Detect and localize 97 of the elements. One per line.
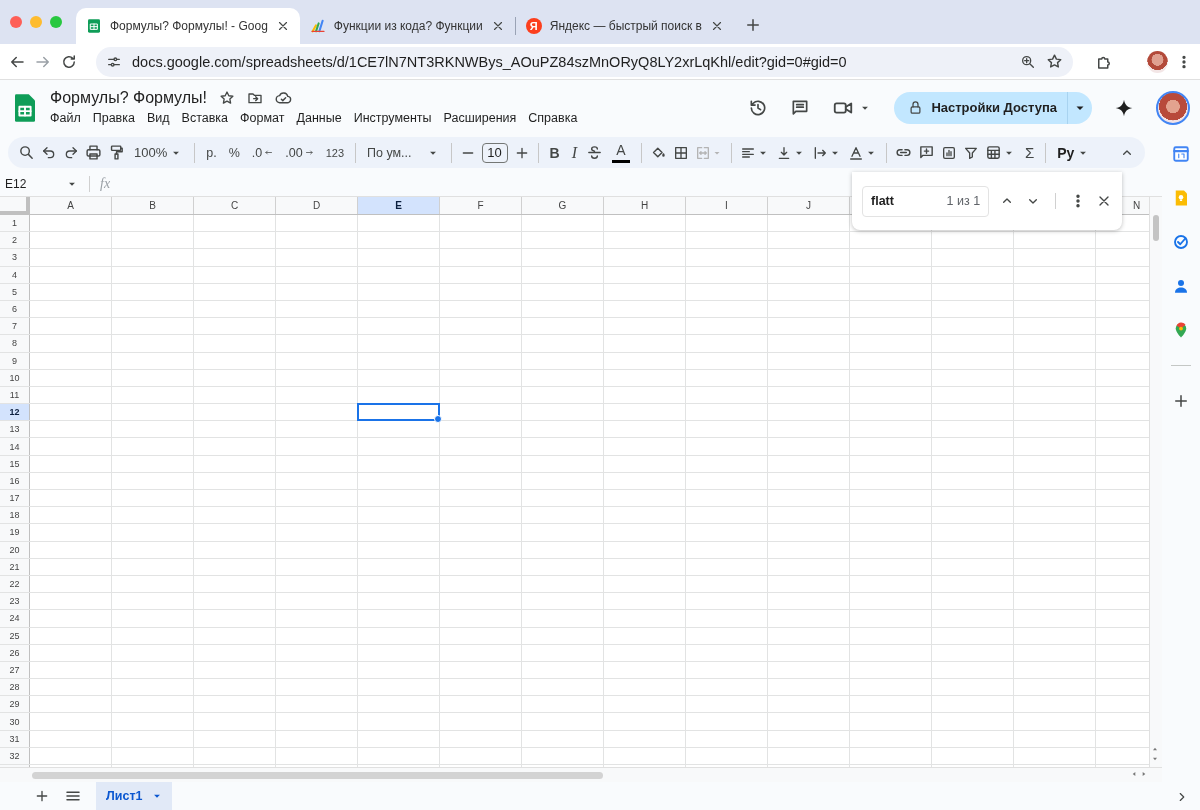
column-header[interactable]: G <box>522 197 604 214</box>
column-header[interactable]: F <box>440 197 522 214</box>
search-icon[interactable] <box>18 144 35 161</box>
row-header[interactable]: 3 <box>0 249 30 266</box>
column-header[interactable]: H <box>604 197 686 214</box>
paint-format-icon[interactable] <box>108 144 125 161</box>
move-folder-icon[interactable] <box>247 90 264 106</box>
browser-tab[interactable]: Я Яндекс — быстрый поиск в <box>515 8 734 44</box>
font-size-field[interactable]: 10 <box>481 142 508 163</box>
merge-cells-icon[interactable] <box>695 144 711 161</box>
scroll-right-icon[interactable] <box>1140 770 1148 778</box>
row-header[interactable]: 14 <box>0 438 30 455</box>
number-format-button[interactable]: 123 <box>322 144 347 161</box>
column-header[interactable]: B <box>112 197 194 214</box>
task-check-icon[interactable] <box>1172 233 1190 251</box>
lock-icon <box>908 100 924 115</box>
column-header[interactable]: N <box>1124 197 1149 214</box>
account-avatar[interactable] <box>1156 90 1190 125</box>
decrease-decimal-button[interactable]: .0 <box>248 143 277 162</box>
scroll-left-icon[interactable] <box>1130 770 1138 778</box>
menu-item[interactable]: Вставка <box>175 110 235 126</box>
menu-item[interactable]: Файл <box>44 110 87 126</box>
profile-avatar[interactable] <box>1147 50 1168 73</box>
reload-icon[interactable] <box>60 52 78 71</box>
undo-icon[interactable] <box>41 144 57 161</box>
chart-icon <box>309 18 326 34</box>
zoom-icon[interactable] <box>1020 53 1036 70</box>
spreadsheet-icon <box>86 18 102 34</box>
row-header[interactable]: 2 <box>0 232 30 249</box>
text-wrap-icon[interactable] <box>812 144 828 161</box>
row-header[interactable]: 12 <box>0 404 30 421</box>
strikethrough-icon[interactable] <box>586 144 603 161</box>
vertical-scrollbar[interactable] <box>1149 197 1162 767</box>
row-header[interactable]: 18 <box>0 507 30 524</box>
text-rotation-icon[interactable] <box>848 144 864 161</box>
vertical-align-icon[interactable] <box>776 144 792 161</box>
functions-button[interactable]: Σ <box>1022 142 1038 163</box>
find-field[interactable]: flatt 1 из 1 <box>862 185 990 217</box>
menu-item[interactable]: Справка <box>522 110 584 126</box>
scroll-down-icon[interactable] <box>1151 755 1159 763</box>
add-sheet-icon[interactable] <box>34 788 50 804</box>
menu-item[interactable]: Правка <box>86 110 141 126</box>
menu-item[interactable]: Данные <box>290 110 348 126</box>
zoom-dropdown[interactable]: 100% <box>131 143 187 162</box>
address-bar[interactable]: docs.google.com/spreadsheets/d/1CE7lN7NT3RKNWBys_AOuPZ84szMnORyQ8LY2xrLqKhl/edit?gid=0#gid=0 <box>96 46 1073 77</box>
menu-item[interactable]: Инструменты <box>347 110 438 126</box>
column-header[interactable]: E <box>358 197 440 214</box>
row-header[interactable]: 1 <box>0 215 30 232</box>
table-icon[interactable] <box>985 144 1002 161</box>
formula-label: fx <box>100 176 111 192</box>
menu-item[interactable]: Расширения <box>437 110 523 126</box>
currency-format-button[interactable]: р. <box>203 143 220 162</box>
row-header[interactable]: 24 <box>0 610 30 627</box>
selected-cell[interactable] <box>357 403 440 422</box>
row-header[interactable]: 29 <box>0 696 30 713</box>
row-header[interactable]: 13 <box>0 421 30 438</box>
row-header[interactable]: 8 <box>0 335 30 352</box>
text-color-button[interactable]: A <box>609 140 633 165</box>
document-title[interactable]: Формулы? Формулы! <box>50 89 208 107</box>
scroll-up-icon[interactable] <box>1151 745 1159 753</box>
column-header[interactable]: J <box>768 197 850 214</box>
browser-tab[interactable]: Функции из кода? Функции <box>299 8 515 44</box>
name-box[interactable]: E12 <box>5 177 59 191</box>
input-tools-button[interactable]: Ру <box>1054 142 1094 163</box>
print-icon[interactable] <box>85 144 102 161</box>
row-header[interactable]: 23 <box>0 593 30 610</box>
row-header[interactable]: 7 <box>0 318 30 335</box>
right-arrow-icon <box>304 148 314 157</box>
browser-tab[interactable]: Формулы? Формулы! - Goog <box>76 8 300 44</box>
row-header[interactable]: 19 <box>0 524 30 541</box>
sheet-tab[interactable]: Лист1 <box>96 782 173 810</box>
left-arrow-icon <box>264 148 274 157</box>
bookmark-star-icon[interactable] <box>1046 53 1063 70</box>
chart-icon[interactable] <box>941 144 957 161</box>
column-header[interactable]: C <box>194 197 276 214</box>
italic-button[interactable]: I <box>568 141 580 164</box>
redo-icon[interactable] <box>63 144 79 161</box>
scroll-thumb[interactable] <box>32 772 603 779</box>
logo-icon: Я <box>525 18 542 34</box>
add-comment-icon[interactable] <box>918 144 935 161</box>
contact-person-icon[interactable] <box>1172 277 1190 295</box>
row-header[interactable]: 30 <box>0 713 30 730</box>
row-header[interactable]: 28 <box>0 679 30 696</box>
row-header[interactable]: 17 <box>0 490 30 507</box>
percent-format-button[interactable]: % <box>225 143 243 162</box>
calendar-icon[interactable] <box>1172 145 1190 163</box>
add-icon[interactable] <box>1172 392 1190 410</box>
bold-button[interactable]: B <box>546 142 563 163</box>
star-icon[interactable] <box>219 90 236 106</box>
scroll-thumb[interactable] <box>1153 215 1159 241</box>
borders-icon[interactable] <box>673 144 689 161</box>
menu-item[interactable]: Вид <box>140 110 176 126</box>
column-header[interactable]: I <box>686 197 768 214</box>
increase-decimal-button[interactable]: .00 <box>282 143 317 162</box>
column-header[interactable]: A <box>30 197 112 214</box>
font-dropdown[interactable]: По ум... <box>364 143 443 162</box>
menu-item[interactable]: Формат <box>234 110 291 126</box>
